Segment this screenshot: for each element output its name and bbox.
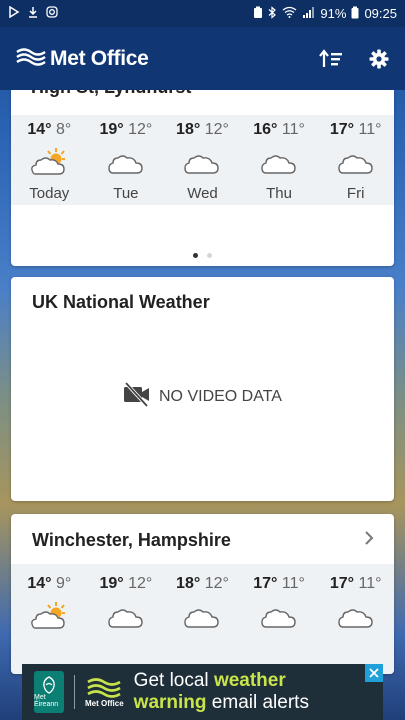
cloud-icon xyxy=(164,142,241,182)
ad-text-highlight: weather xyxy=(213,670,286,691)
forecast-day[interactable]: 18° 12° xyxy=(164,572,241,636)
forecast-days: 14° 9° 19° 12° 18° 12° 17° 11° 17° 11° xyxy=(11,572,394,636)
video-off-icon xyxy=(123,381,151,412)
forecast-day[interactable]: 17° 11° Fri xyxy=(317,118,394,206)
play-store-icon xyxy=(8,5,20,21)
met-office-ad-label: Met Office xyxy=(85,698,124,708)
day-name: Wed xyxy=(187,185,218,202)
bluetooth-icon xyxy=(268,5,277,22)
location-title: Winchester, Hampshire xyxy=(32,530,231,550)
download-icon xyxy=(27,6,39,21)
high-temp: 17° xyxy=(329,121,355,138)
sunny-intervals-icon xyxy=(11,596,88,636)
high-temp: 16° xyxy=(253,121,278,138)
app-bar: Met Office xyxy=(0,27,405,90)
cloud-icon xyxy=(88,596,165,636)
forecast-days: 14° 8° Today 19° 12° Tue 18° 12° Wed 16°… xyxy=(11,118,394,206)
ad-divider xyxy=(74,675,75,709)
signal-icon xyxy=(302,6,315,21)
met-office-ad-logo: Met Office xyxy=(85,677,124,708)
ad-banner[interactable]: Met Éireann Met Office Get local weather… xyxy=(22,664,383,720)
met-eireann-logo: Met Éireann xyxy=(34,671,64,713)
settings-icon[interactable] xyxy=(369,49,389,69)
instagram-icon xyxy=(46,6,58,21)
cloud-icon xyxy=(88,142,165,182)
high-temp: 19° xyxy=(99,575,124,592)
national-weather-card: UK National Weather NO VIDEO DATA xyxy=(11,277,394,501)
high-temp: 19° xyxy=(99,121,124,138)
low-temp: 12° xyxy=(204,575,229,592)
chevron-right-icon[interactable] xyxy=(364,530,374,551)
sunny-intervals-icon xyxy=(11,142,88,182)
low-temp: 11° xyxy=(358,121,382,138)
low-temp: 8° xyxy=(55,121,72,138)
wifi-icon xyxy=(282,6,297,21)
ad-message: Get local weather warning email alerts xyxy=(134,670,309,714)
forecast-day[interactable]: 17° 11° xyxy=(241,572,318,636)
no-video-message: NO VIDEO DATA xyxy=(11,381,394,412)
forecast-day[interactable]: 14° 8° Today xyxy=(11,118,88,206)
location-forecast-card[interactable]: Winchester, Hampshire 14° 9° 19° 12° 18°… xyxy=(11,514,394,674)
sort-icon[interactable] xyxy=(319,48,343,69)
forecast-day[interactable]: 19° 12° Tue xyxy=(88,118,165,206)
page-dot-active[interactable] xyxy=(193,253,198,258)
cloud-icon xyxy=(317,596,394,636)
day-name: Tue xyxy=(113,185,139,202)
low-temp: 12° xyxy=(128,575,153,592)
day-name: Thu xyxy=(266,185,292,202)
ad-text-part: email alerts xyxy=(206,692,309,713)
high-temp: 17° xyxy=(329,575,355,592)
ad-text-part: Get local xyxy=(133,670,214,691)
cloud-icon xyxy=(164,596,241,636)
high-temp: 14° xyxy=(27,575,52,592)
battery-icon xyxy=(351,6,359,22)
battery-percent: 91% xyxy=(320,6,347,21)
forecast-day[interactable]: 14° 9° xyxy=(11,572,88,636)
high-temp: 18° xyxy=(176,575,201,592)
low-temp: 11° xyxy=(281,575,305,592)
card-title: UK National Weather xyxy=(32,292,210,312)
close-icon[interactable] xyxy=(365,664,383,682)
low-temp: 12° xyxy=(128,121,153,138)
high-temp: 14° xyxy=(27,121,52,138)
status-bar: 91% 09:25 xyxy=(0,0,405,27)
low-temp: 11° xyxy=(281,121,305,138)
forecast-day[interactable]: 19° 12° xyxy=(88,572,165,636)
low-temp: 11° xyxy=(358,575,382,592)
high-temp: 18° xyxy=(176,121,201,138)
clock: 09:25 xyxy=(364,6,397,21)
day-name: Fri xyxy=(346,185,365,202)
met-office-logo: Met Office xyxy=(16,46,149,71)
page-dot[interactable] xyxy=(207,253,212,258)
low-temp: 12° xyxy=(204,121,229,138)
ad-text-highlight: warning xyxy=(133,692,207,713)
cloud-icon xyxy=(241,142,318,182)
forecast-day[interactable]: 17° 11° xyxy=(317,572,394,636)
cloud-icon xyxy=(317,142,394,182)
met-office-logo-icon xyxy=(16,46,46,71)
no-video-label: NO VIDEO DATA xyxy=(159,387,282,405)
day-name: Today xyxy=(29,185,70,202)
high-temp: 17° xyxy=(253,575,278,592)
low-temp: 9° xyxy=(55,575,72,592)
battery-saver-icon xyxy=(253,6,263,22)
page-indicator xyxy=(11,253,394,258)
app-title: Met Office xyxy=(50,46,149,70)
location-forecast-card[interactable]: High St, Lyndhurst 14° 8° Today 19° 12° … xyxy=(11,90,394,266)
met-eireann-label: Met Éireann xyxy=(34,694,59,708)
location-title: High St, Lyndhurst xyxy=(31,90,191,98)
forecast-day[interactable]: 16° 11° Thu xyxy=(241,118,318,206)
cloud-icon xyxy=(241,596,318,636)
forecast-day[interactable]: 18° 12° Wed xyxy=(164,118,241,206)
